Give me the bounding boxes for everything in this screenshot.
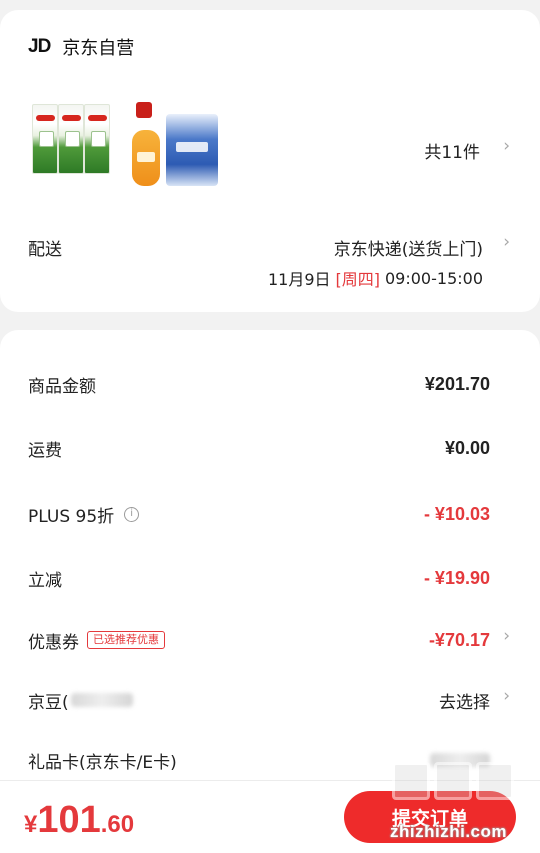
plus-discount-row: PLUS 95折 i - ¥10.03: [28, 498, 490, 530]
price-tag-icon: [132, 130, 160, 186]
jingdou-action: 去选择: [439, 692, 490, 713]
salt-product-image: [132, 100, 232, 190]
delivery-label: 配送: [28, 240, 62, 260]
store-card: JD 京东自营 共11件 › 配送 京东快递(送货上门) › 11月9日 [周四…: [0, 10, 540, 312]
chevron-right-icon[interactable]: ›: [503, 626, 510, 646]
currency-symbol: ¥: [24, 811, 38, 838]
watermark-glyph: [392, 762, 430, 800]
jd-logo: JD: [28, 36, 51, 57]
plus-discount-value: - ¥10.03: [423, 503, 490, 524]
watermark-logo-icon: [392, 762, 514, 800]
item-count[interactable]: 共11件: [424, 138, 480, 163]
milk-product-image: [32, 104, 112, 174]
coupon-row[interactable]: 优惠券 已选推荐优惠 -¥70.17: [28, 624, 490, 656]
shipping-row: 运费 ¥0.00: [28, 432, 490, 464]
coupon-label-wrap: 优惠券 已选推荐优惠: [28, 628, 165, 653]
brand-seal-icon: [136, 102, 152, 118]
blurred-text: [70, 693, 133, 707]
delivery-window: 09:00-15:00: [385, 268, 483, 288]
salt-bag-icon: [166, 114, 218, 186]
coupon-value: -¥70.17: [428, 629, 490, 650]
coupon-label: 优惠券: [28, 632, 79, 653]
chevron-right-icon[interactable]: ›: [503, 232, 510, 252]
milk-carton-icon: [84, 104, 110, 174]
info-icon[interactable]: i: [124, 506, 140, 522]
giftcard-label: 礼品卡(京东卡/E卡): [28, 752, 177, 773]
jingdou-row[interactable]: 京豆( 去选择: [28, 684, 490, 716]
shipping-value: ¥0.00: [444, 437, 490, 458]
store-header[interactable]: JD 京东自营: [28, 34, 134, 60]
watermark-glyph: [476, 762, 514, 800]
delivery-method[interactable]: 京东快递(送货上门): [334, 235, 483, 260]
goods-amount-value: ¥201.70: [424, 373, 490, 394]
chevron-right-icon[interactable]: ›: [503, 136, 510, 156]
instant-discount-label: 立减: [28, 570, 62, 591]
watermark-glyph: [434, 762, 472, 800]
plus-discount-label: PLUS 95折: [28, 506, 115, 527]
coupon-badge: 已选推荐优惠: [87, 631, 165, 649]
plus-discount-label-wrap: PLUS 95折 i: [28, 502, 140, 527]
instant-discount-value: - ¥19.90: [423, 567, 490, 588]
shipping-label: 运费: [28, 440, 62, 461]
total-decimal: .60: [100, 811, 135, 838]
total-integer: 101: [37, 799, 101, 841]
delivery-date: 11月9日: [267, 270, 331, 289]
watermark-text: zhizhizhi.com: [390, 822, 507, 841]
goods-amount-label: 商品金额: [28, 376, 96, 397]
store-name: 京东自营: [62, 38, 135, 59]
total-amount: ¥101.60: [24, 799, 134, 842]
milk-carton-icon: [32, 104, 58, 174]
delivery-weekday: [周四]: [335, 270, 381, 289]
product-thumbnails[interactable]: [32, 100, 232, 190]
jingdou-label-wrap: 京豆(: [28, 688, 133, 713]
instant-discount-row: 立减 - ¥19.90: [28, 562, 490, 594]
chevron-right-icon[interactable]: ›: [503, 686, 510, 706]
goods-amount-row: 商品金额 ¥201.70: [28, 368, 490, 400]
milk-carton-icon: [58, 104, 84, 174]
jingdou-label: 京豆(: [28, 692, 69, 713]
delivery-time[interactable]: 11月9日 [周四] 09:00-15:00: [268, 266, 483, 290]
